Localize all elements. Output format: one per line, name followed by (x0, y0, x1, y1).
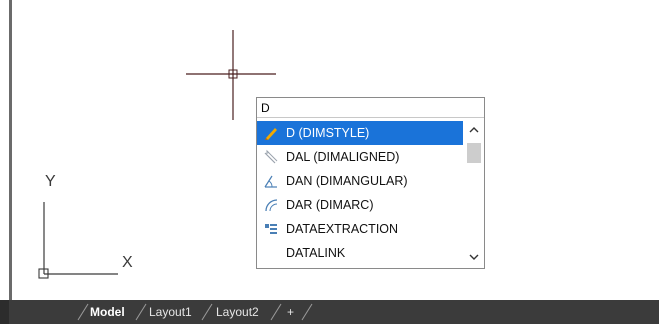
ucs-axes (38, 202, 118, 279)
suggestion-dimstyle[interactable]: D (DIMSTYLE) (257, 121, 463, 145)
scroll-thumb[interactable] (467, 143, 481, 163)
dataextraction-icon (262, 220, 280, 238)
command-input[interactable] (257, 98, 484, 118)
window-edge (0, 0, 9, 300)
dimstyle-icon (262, 124, 280, 142)
tab-separator (270, 303, 282, 321)
suggestion-list: D (DIMSTYLE) DAL (DIMALIGNED) DAN (DIMAN… (257, 119, 484, 268)
layout-tab-bar: Model Layout1 Layout2 + (0, 300, 659, 324)
suggestion-scrollbar[interactable] (463, 119, 484, 268)
dimarc-icon (262, 196, 280, 214)
scroll-up-icon[interactable] (463, 121, 484, 139)
tab-separator (201, 303, 213, 321)
ucs-x-label: X (122, 254, 133, 271)
drawing-canvas[interactable]: Y X D (DIMSTYLE) DAL (DIMALIGNED) (0, 0, 659, 300)
suggestion-dimaligned[interactable]: DAL (DIMALIGNED) (257, 145, 463, 169)
viewport-border (9, 0, 12, 300)
suggestion-label: DAR (DIMARC) (286, 198, 374, 212)
tab-layout1[interactable]: Layout1 (149, 300, 192, 324)
suggestion-label: DAN (DIMANGULAR) (286, 174, 408, 188)
tab-separator (135, 303, 147, 321)
dimaligned-icon (262, 148, 280, 166)
tab-separator (301, 303, 313, 321)
suggestion-dimangular[interactable]: DAN (DIMANGULAR) (257, 169, 463, 193)
tab-model[interactable]: Model (90, 300, 125, 324)
tab-layout2[interactable]: Layout2 (216, 300, 259, 324)
command-autocomplete: D (DIMSTYLE) DAL (DIMALIGNED) DAN (DIMAN… (256, 97, 485, 269)
suggestion-dataextraction[interactable]: DATAEXTRACTION (257, 217, 463, 241)
suggestion-dimarc[interactable]: DAR (DIMARC) (257, 193, 463, 217)
suggestion-label: D (DIMSTYLE) (286, 126, 370, 140)
tab-separator (77, 303, 89, 321)
dimangular-icon (262, 172, 280, 190)
ucs-icon: Y X (34, 170, 164, 280)
tab-bar-edge (0, 300, 9, 324)
suggestion-label: DATALINK (286, 246, 346, 260)
suggestion-datalink[interactable]: DATALINK (257, 241, 463, 265)
blank-icon (262, 244, 280, 262)
suggestion-label: DATAEXTRACTION (286, 222, 399, 236)
scroll-down-icon[interactable] (463, 248, 484, 266)
add-layout-button[interactable]: + (287, 300, 294, 324)
suggestion-label: DAL (DIMALIGNED) (286, 150, 400, 164)
